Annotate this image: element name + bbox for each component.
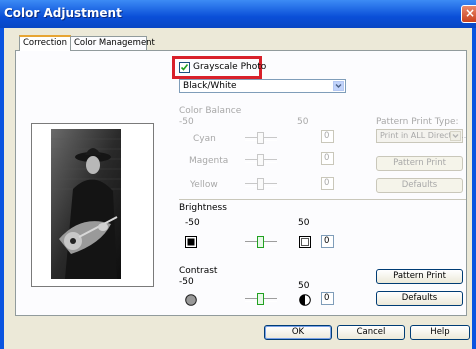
brightness-value[interactable]: 0 [321, 235, 334, 248]
magenta-value[interactable]: 0 [321, 152, 334, 165]
title-bar[interactable]: Color Adjustment × [0, 0, 476, 28]
chevron-down-icon[interactable] [450, 131, 461, 141]
tab-color-management-label: Color Management [74, 38, 155, 48]
defaults-button[interactable]: Defaults [376, 291, 463, 306]
grayscale-mode-select[interactable]: Black/White [179, 79, 346, 93]
brightness-heading: Brightness [179, 203, 227, 213]
pattern-type-label: Pattern Print Type: [376, 117, 459, 127]
grayscale-label[interactable]: Grayscale Photo [193, 62, 266, 72]
brightness-slider[interactable] [245, 235, 277, 249]
contrast-value[interactable]: 0 [321, 292, 334, 305]
cyan-slider[interactable] [245, 131, 277, 145]
color-defaults-button[interactable]: Defaults [376, 178, 463, 193]
contrast-max: 50 [298, 281, 310, 291]
window-title: Color Adjustment [4, 6, 122, 20]
close-button[interactable]: × [461, 5, 476, 23]
cyan-label: Cyan [193, 134, 216, 144]
contrast-slider[interactable] [245, 292, 277, 306]
ok-button[interactable]: OK [264, 325, 332, 340]
yellow-value[interactable]: 0 [321, 177, 334, 190]
pattern-print-button[interactable]: Pattern Print [376, 269, 463, 284]
color-balance-max: 50 [297, 117, 309, 127]
brightness-max: 50 [298, 218, 310, 228]
preview-photo [51, 129, 121, 279]
section-divider [179, 199, 466, 200]
tab-correction-label: Correction [23, 38, 67, 48]
circle-half-icon [299, 294, 311, 306]
color-pattern-print-button[interactable]: Pattern Print [376, 156, 463, 171]
magenta-label: Magenta [189, 156, 229, 166]
grayscale-checkbox[interactable] [179, 62, 190, 73]
tab-color-management[interactable]: Color Management [70, 36, 155, 50]
chevron-down-icon[interactable] [333, 81, 344, 91]
close-icon: × [464, 6, 476, 20]
color-balance-min: -50 [179, 117, 194, 127]
contrast-heading: Contrast [179, 266, 218, 276]
square-light-icon [299, 236, 311, 248]
pattern-type-select[interactable]: Print in ALL Directio... [376, 129, 466, 143]
color-balance-heading: Color Balance [179, 106, 242, 116]
yellow-slider[interactable] [245, 177, 277, 191]
yellow-label: Yellow [190, 180, 218, 190]
tab-correction[interactable]: Correction [19, 35, 71, 51]
cancel-button[interactable]: Cancel [337, 325, 405, 340]
cyan-value[interactable]: 0 [321, 130, 334, 143]
square-dark-icon [185, 236, 197, 248]
help-button[interactable]: Help [410, 325, 470, 340]
grayscale-mode-value: Black/White [183, 81, 237, 91]
contrast-min: -50 [179, 277, 194, 287]
checkmark-icon [180, 64, 189, 71]
circle-grey-icon [185, 294, 197, 306]
magenta-slider[interactable] [245, 153, 277, 167]
brightness-min: -50 [185, 218, 200, 228]
